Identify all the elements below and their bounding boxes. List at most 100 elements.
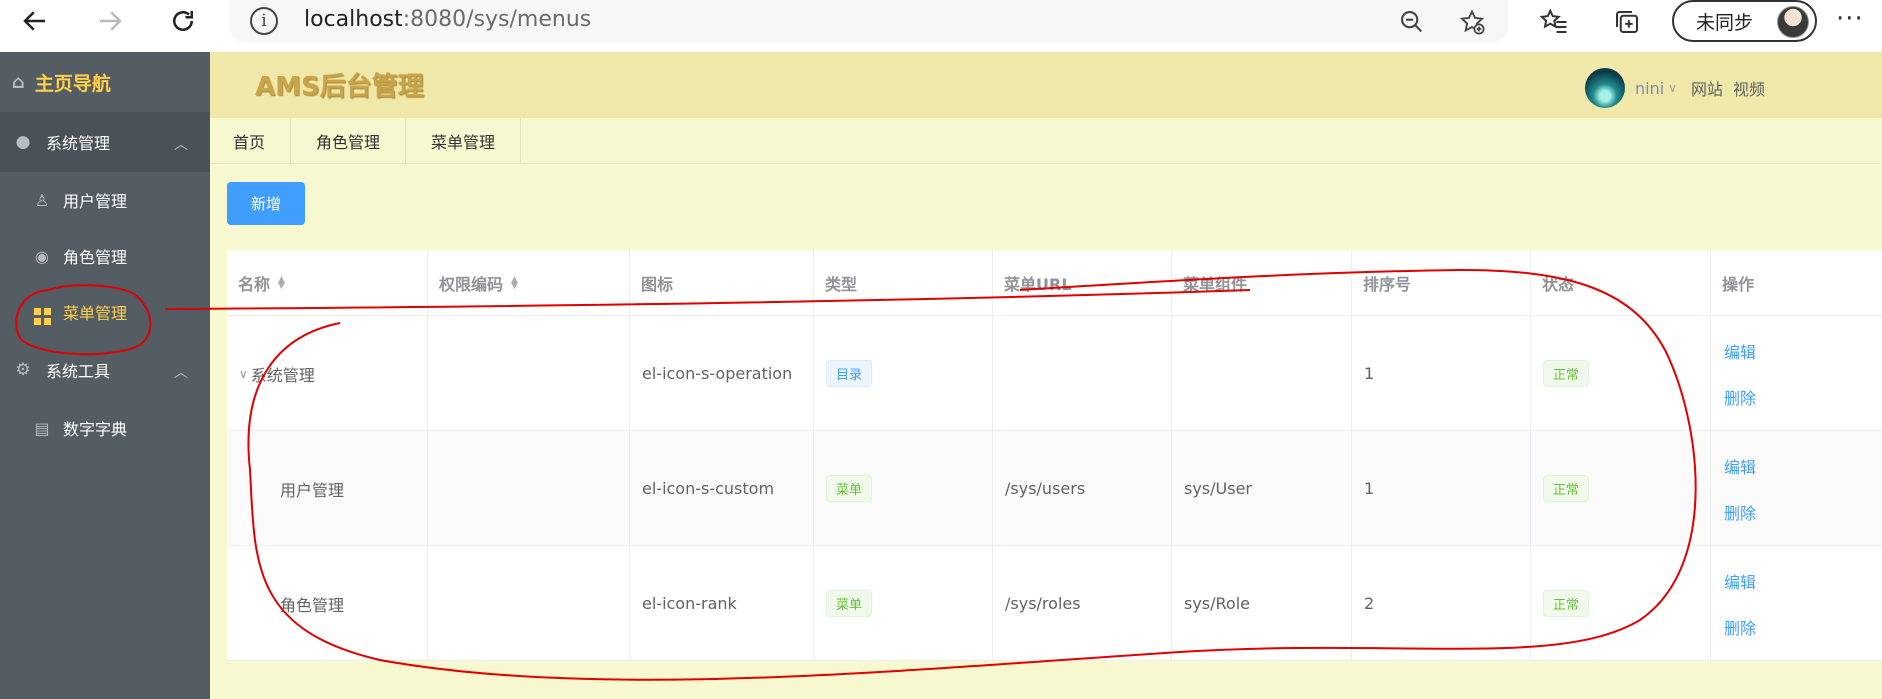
brand-title: AMS后台管理 [255, 72, 424, 102]
tab-roles[interactable]: 角色管理 [291, 118, 407, 164]
cell-url: /sys/users [993, 431, 1172, 546]
link-video[interactable]: 视频 [1733, 76, 1765, 100]
chevron-up-icon: ︿ [174, 137, 188, 153]
profile-avatar [1777, 6, 1809, 38]
type-tag: 目录 [826, 360, 873, 387]
cell-status: 正常 [1531, 546, 1711, 661]
table-row: ∨ 系统管理 el-icon-s-operation 目录 1 正常 编辑 删除 [227, 316, 1882, 431]
cell-component: sys/User [1172, 431, 1352, 546]
column-label: 权限编码 [439, 275, 504, 294]
menu-table: 名称 ▲ ▼ 权限编码 ▲ ▼ 图标 类型 菜单URL 菜单组件 排序号 状态 操作 ∨… [227, 250, 1882, 661]
sidebar: ⌂ 主页导航 ● 系统管理 ︿ ♙ 用户管理 ◉ 角色管理 菜单管理 ⚙ 系统工… [0, 52, 210, 699]
table-row: 角色管理 el-icon-rank 菜单 /sys/roles sys/Role… [227, 546, 1882, 661]
column-header-component: 菜单组件 [1172, 250, 1352, 316]
chevron-down-icon[interactable]: ∨ [1668, 81, 1677, 95]
document-icon: ▤ [34, 418, 50, 438]
sync-label: 未同步 [1696, 11, 1754, 34]
info-icon[interactable]: i [250, 7, 278, 35]
column-label: 名称 [238, 275, 271, 294]
sidebar-item-label: 角色管理 [63, 248, 128, 267]
cell-order: 1 [1352, 431, 1531, 546]
chevron-up-icon: ︿ [174, 365, 188, 381]
cell-icon: el-icon-s-operation [630, 316, 814, 431]
cell-order: 1 [1352, 316, 1531, 431]
column-header-order: 排序号 [1352, 250, 1531, 316]
gear-icon: ⚙ [15, 360, 31, 380]
table-row: 用户管理 el-icon-s-custom 菜单 /sys/users sys/… [227, 431, 1882, 546]
tab-menus[interactable]: 菜单管理 [406, 118, 522, 164]
sidebar-group-system[interactable]: ● 系统管理 ︿ [0, 112, 210, 172]
favorites-icon[interactable] [1537, 5, 1571, 39]
column-header-actions: 操作 [1722, 275, 1755, 294]
cell-name: 角色管理 [227, 546, 428, 661]
sidebar-title[interactable]: ⌂ 主页导航 [0, 52, 210, 112]
edit-link[interactable]: 编辑 [1724, 339, 1756, 363]
cell-icon: el-icon-rank [630, 546, 814, 661]
sidebar-item-label: 数字字典 [63, 420, 128, 439]
cell-name: ∨ 系统管理 [227, 316, 428, 431]
collections-icon[interactable] [1610, 5, 1644, 39]
type-tag: 菜单 [826, 475, 873, 502]
edit-link[interactable]: 编辑 [1724, 569, 1756, 593]
status-badge: 正常 [1543, 590, 1590, 617]
zoom-out-icon[interactable] [1396, 6, 1428, 38]
sort-icon[interactable]: ▲ ▼ [278, 276, 285, 291]
column-header-icon: 图标 [630, 250, 814, 316]
type-tag: 菜单 [826, 590, 873, 617]
cell-perms [428, 546, 630, 661]
cell-type: 菜单 [814, 431, 993, 546]
url-text[interactable]: localhost:8080/sys/menus [304, 7, 591, 32]
profile-sync-button[interactable]: 未同步 [1672, 0, 1817, 42]
cell-perms [428, 431, 630, 546]
location-icon: ● [15, 132, 31, 152]
column-header-name[interactable]: 名称 ▲ ▼ [227, 250, 428, 316]
sidebar-item-menus[interactable]: 菜单管理 [0, 284, 210, 340]
more-options-icon[interactable]: ··· [1836, 4, 1864, 34]
cell-icon: el-icon-s-custom [630, 431, 814, 546]
home-icon: ⌂ [12, 71, 25, 93]
row-name: 系统管理 [250, 365, 315, 385]
sort-icon[interactable]: ▲ ▼ [511, 276, 518, 291]
status-badge: 正常 [1543, 360, 1590, 387]
app-header: AMS后台管理 nini ∨ 网站 视频 [210, 52, 1882, 118]
refresh-icon[interactable] [163, 0, 203, 42]
add-button[interactable]: 新增 [227, 182, 305, 225]
cell-status: 正常 [1531, 431, 1711, 546]
forward-icon[interactable] [90, 0, 130, 42]
tab-bar: 首页 角色管理 菜单管理 [210, 118, 1882, 164]
cell-url: /sys/roles [993, 546, 1172, 661]
sidebar-group-tools[interactable]: ⚙ 系统工具 ︿ [0, 340, 210, 400]
expand-icon[interactable]: ∨ [239, 367, 248, 381]
column-header-status: 状态 [1531, 250, 1711, 316]
username-dropdown[interactable]: nini [1635, 79, 1664, 98]
user-area: nini ∨ 网站 视频 [1585, 68, 1775, 108]
user-avatar[interactable] [1585, 68, 1625, 108]
sidebar-item-dict[interactable]: ▤ 数字字典 [0, 400, 210, 456]
back-icon[interactable] [15, 0, 55, 42]
cell-status: 正常 [1531, 316, 1711, 431]
column-header-perms[interactable]: 权限编码 ▲ ▼ [428, 250, 630, 316]
cell-url [993, 316, 1172, 431]
cell-component [1172, 316, 1352, 431]
sidebar-title-label: 主页导航 [34, 72, 111, 95]
cell-type: 目录 [814, 316, 993, 431]
eye-icon: ◉ [35, 246, 49, 266]
delete-link[interactable]: 删除 [1724, 385, 1756, 409]
delete-link[interactable]: 删除 [1724, 500, 1756, 524]
link-website[interactable]: 网站 [1691, 76, 1723, 100]
edit-link[interactable]: 编辑 [1724, 454, 1756, 478]
address-bar[interactable]: i localhost:8080/sys/menus [230, 0, 1508, 42]
cell-type: 菜单 [814, 546, 993, 661]
row-name: 用户管理 [280, 480, 345, 500]
row-name: 角色管理 [280, 595, 345, 615]
sidebar-item-roles[interactable]: ◉ 角色管理 [0, 228, 210, 284]
tab-home[interactable]: 首页 [210, 118, 292, 164]
delete-link[interactable]: 删除 [1724, 615, 1756, 639]
browser-toolbar: i localhost:8080/sys/menus 未同步 ··· [0, 0, 1882, 42]
status-badge: 正常 [1543, 475, 1590, 502]
cell-actions: 编辑 删除 [1711, 316, 1882, 431]
sidebar-item-users[interactable]: ♙ 用户管理 [0, 172, 210, 228]
sidebar-group-label: 系统工具 [46, 362, 111, 381]
cell-component: sys/Role [1172, 546, 1352, 661]
add-favorite-icon[interactable] [1456, 6, 1488, 38]
